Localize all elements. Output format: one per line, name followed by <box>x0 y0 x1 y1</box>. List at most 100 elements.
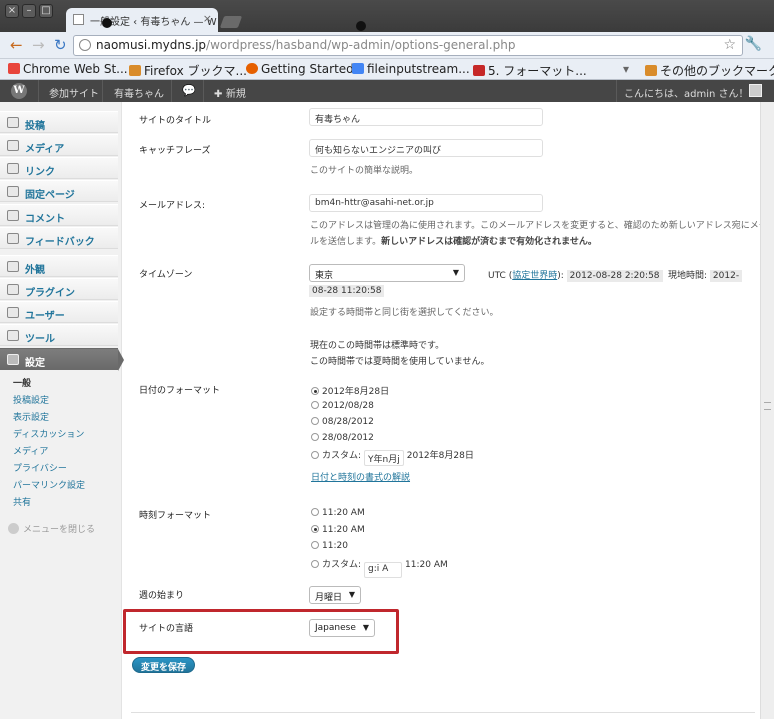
minimize-window-icon[interactable]: – <box>22 4 36 18</box>
sidebar-item-appearance[interactable]: 外観 <box>0 255 118 277</box>
sidebar-item-media[interactable]: メディア <box>0 134 118 156</box>
avatar[interactable] <box>749 84 762 97</box>
wrench-icon[interactable]: 🔧 <box>745 36 762 52</box>
sidebar-item-label: コメント <box>25 214 65 225</box>
submenu-writing[interactable]: 投稿設定 <box>13 393 49 406</box>
submenu-media[interactable]: メディア <box>13 444 48 457</box>
time-format-custom[interactable]: カスタム: g:i A 11:20 AM <box>311 557 448 578</box>
sidebar-item-tools[interactable]: ツール <box>0 324 118 346</box>
comment-bubble-icon[interactable]: 💬 <box>182 84 196 97</box>
local-time-value: 2012- <box>709 270 743 282</box>
date-format-custom[interactable]: カスタム: Y年n月j 2012年8月28日 <box>311 448 474 466</box>
tagline-input[interactable]: 何も知らないエンジニアの叫び <box>309 139 543 157</box>
radio[interactable] <box>311 541 319 549</box>
date-format-text: 2012/08/28 <box>322 401 374 411</box>
radio[interactable] <box>311 508 319 516</box>
close-tab-icon[interactable]: × <box>203 12 212 25</box>
utc-link[interactable]: 協定世界時 <box>512 271 557 281</box>
users-icon <box>7 307 19 318</box>
email-input[interactable]: bm4n-httr@asahi-net.or.jp <box>309 194 543 212</box>
submenu-reading[interactable]: 表示設定 <box>13 410 49 423</box>
sidebar-item-label: メディア <box>25 144 65 155</box>
bookmark-star-icon[interactable]: ☆ <box>723 37 736 53</box>
other-bookmarks[interactable]: その他のブックマーク <box>645 62 774 79</box>
bookmark-item[interactable]: 5. フォーマット... <box>473 62 587 79</box>
radio-selected[interactable] <box>311 525 319 533</box>
sidebar-item-label: 投稿 <box>25 121 45 132</box>
sidebar-item-users[interactable]: ユーザー <box>0 301 118 323</box>
radio-selected[interactable] <box>311 387 319 395</box>
sidebar-item-settings[interactable]: 設定 <box>0 348 124 371</box>
adminbar-greeting[interactable]: こんにちは、admin さん！ <box>624 85 749 100</box>
settings-icon <box>7 354 19 365</box>
sidebar-item-posts[interactable]: 投稿 <box>0 111 118 133</box>
time-format-option[interactable]: 11:20 <box>311 541 348 551</box>
dropdown-arrow-icon: ▼ <box>452 268 459 277</box>
close-window-icon[interactable]: × <box>5 4 19 18</box>
time-format-label: 時刻フォーマット <box>139 511 212 521</box>
date-format-option[interactable]: 08/28/2012 <box>311 417 374 427</box>
bookmark-label: fileinputstream... <box>367 62 470 76</box>
utc-time: UTC (協定世界時): 2012-08-28 2:20:58 <box>488 268 663 282</box>
sidebar-item-feedback[interactable]: フィードバック <box>0 227 118 249</box>
new-tab-button[interactable] <box>219 16 243 28</box>
site-language-select[interactable]: Japanese ▼ <box>309 619 375 637</box>
tagline-label: キャッチフレーズ <box>139 146 211 156</box>
week-start-select[interactable]: 月曜日 ▼ <box>309 586 361 604</box>
radio[interactable] <box>311 433 319 441</box>
bookmarks-overflow-icon[interactable]: ▾ <box>623 62 629 76</box>
site-title-label: サイトのタイトル <box>139 116 212 126</box>
time-format-text: 11:20 AM <box>322 525 365 535</box>
submenu-sharing[interactable]: 共有 <box>13 495 31 508</box>
email-description-bold: 新しいアドレスは確認が済むまで有効化されません。 <box>381 237 597 247</box>
reload-icon[interactable]: ↻ <box>54 36 67 54</box>
date-format-option[interactable]: 2012年8月28日 <box>311 384 389 397</box>
wp-admin-bar: W 参加サイト 有毒ちゃん 💬 ✚ 新規 こんにちは、admin さん！ <box>0 80 774 102</box>
timezone-select[interactable]: 東京 ▼ <box>309 264 465 282</box>
tools-icon <box>7 330 19 341</box>
submenu-discussion[interactable]: ディスカッション <box>13 427 84 440</box>
sidebar-item-pages[interactable]: 固定ページ <box>0 180 118 202</box>
time-format-option[interactable]: 11:20 AM <box>311 525 365 535</box>
address-bar[interactable]: naomusi.mydns.jp/wordpress/hasband/wp-ad… <box>73 35 743 56</box>
forward-arrow-icon[interactable]: → <box>32 36 45 54</box>
url-path: /wordpress/hasband/wp-admin/options-gene… <box>206 38 516 52</box>
site-title-input[interactable]: 有毒ちゃん <box>309 108 543 126</box>
time-format-option[interactable]: 11:20 AM <box>311 508 365 518</box>
radio[interactable] <box>311 401 319 409</box>
radio[interactable] <box>311 417 319 425</box>
date-format-option[interactable]: 2012/08/28 <box>311 401 374 411</box>
radio[interactable] <box>311 451 319 459</box>
bookmark-item[interactable]: Firefox ブックマ... <box>129 62 247 79</box>
sidebar-item-comments[interactable]: コメント <box>0 204 118 226</box>
time-format-text: 11:20 AM <box>322 508 365 518</box>
back-arrow-icon[interactable]: ← <box>10 36 23 54</box>
browser-tab-active[interactable]: 一般設定 ‹ 有毒ちゃん — W × <box>66 8 218 32</box>
sidebar-item-links[interactable]: リンク <box>0 157 118 179</box>
adminbar-site-name[interactable]: 有毒ちゃん <box>114 85 164 100</box>
globe-icon <box>79 39 91 51</box>
collapse-menu[interactable]: メニューを閉じる <box>8 522 95 535</box>
submenu-permalink[interactable]: パーマリンク設定 <box>13 478 85 491</box>
time-custom-input[interactable]: g:i A <box>364 562 403 578</box>
submenu-general[interactable]: 一般 <box>13 376 31 389</box>
bookmark-item[interactable]: fileinputstream... <box>352 62 470 76</box>
adminbar-my-sites[interactable]: 参加サイト <box>49 85 99 100</box>
sidebar-item-label: フィードバック <box>25 237 95 248</box>
adminbar-new[interactable]: ✚ 新規 <box>214 85 246 100</box>
sidebar-item-plugins[interactable]: プラグイン <box>0 278 118 300</box>
maximize-window-icon[interactable]: □ <box>39 4 53 18</box>
bookmark-item[interactable]: Getting Started <box>246 62 354 76</box>
chrome-webstore-icon <box>8 63 20 74</box>
email-description-text: ルを送信します。 <box>310 237 382 247</box>
save-changes-button[interactable]: 変更を保存 <box>132 657 196 673</box>
date-time-doc-link[interactable]: 日付と時刻の書式の解説 <box>311 470 410 483</box>
page-scrollbar[interactable] <box>760 102 774 719</box>
date-custom-input[interactable]: Y年n月j <box>364 450 404 466</box>
sidebar-item-label: 設定 <box>25 358 45 369</box>
submenu-privacy[interactable]: プライバシー <box>13 461 67 474</box>
wordpress-logo-icon[interactable]: W <box>11 83 27 99</box>
radio[interactable] <box>311 560 319 568</box>
date-format-option[interactable]: 28/08/2012 <box>311 433 374 443</box>
bookmark-item[interactable]: Chrome Web St... <box>8 62 128 76</box>
